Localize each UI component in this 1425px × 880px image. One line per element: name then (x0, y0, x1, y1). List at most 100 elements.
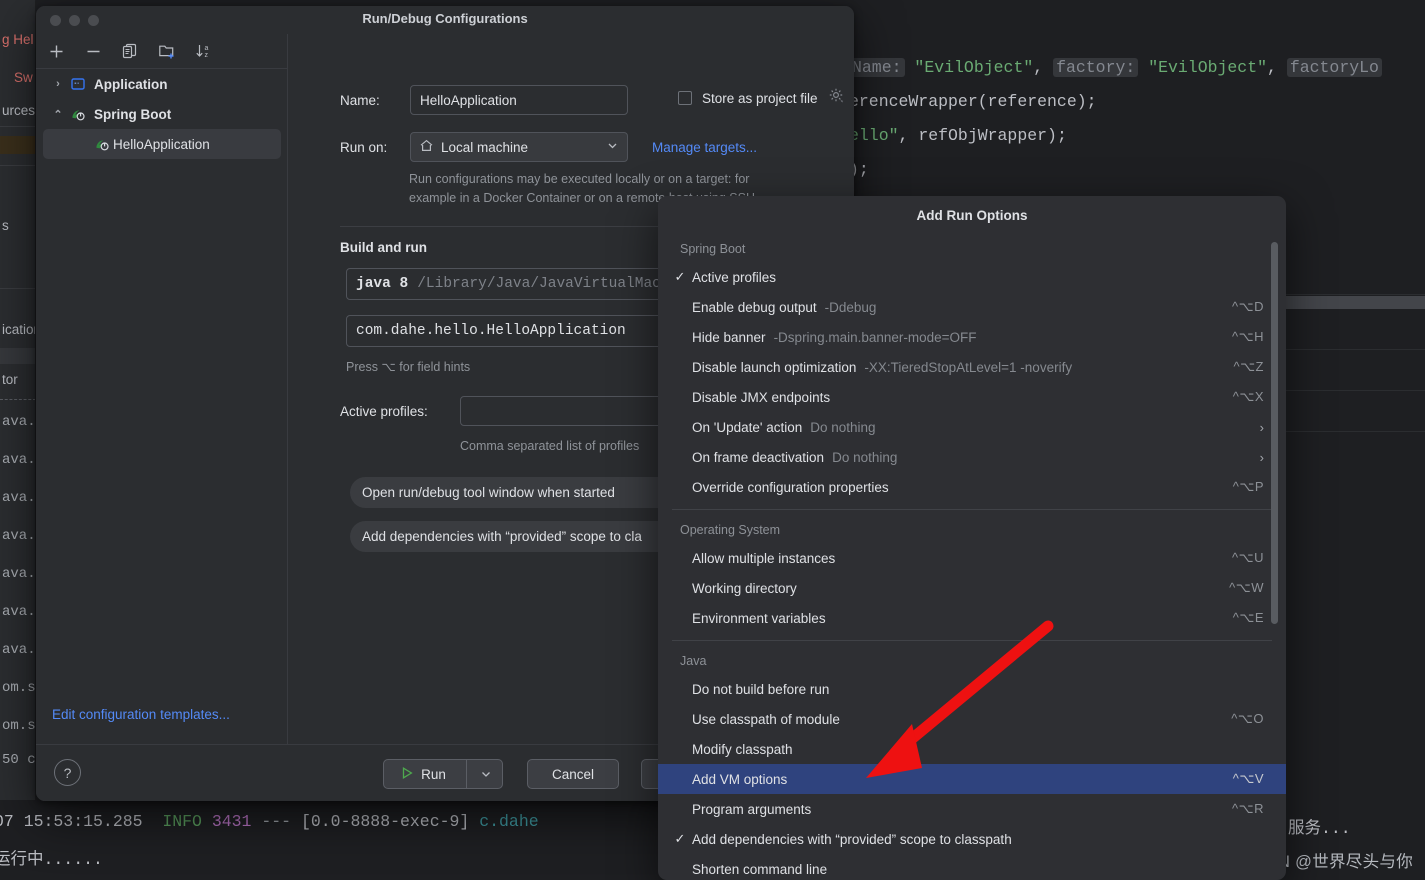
menu-item-sublabel: -XX:TieredStopAtLevel=1 -noverify (864, 359, 1073, 375)
popup-scrollbar[interactable] (1271, 242, 1278, 624)
run-dropdown-chevron-icon[interactable] (474, 760, 499, 788)
name-input[interactable]: HelloApplication (410, 85, 628, 115)
menu-item[interactable]: ✓ Add dependencies with “provided” scope … (658, 824, 1286, 854)
menu-item-label: Shorten command line (692, 861, 828, 877)
console-line-right: 服务... (1288, 819, 1351, 838)
strip-text: om.s (2, 718, 36, 734)
store-as-project-file-checkbox[interactable] (678, 91, 692, 105)
menu-item-shortcut: ^⌥E (1232, 610, 1264, 625)
active-profiles-hint: Comma separated list of profiles (460, 439, 640, 453)
menu-item[interactable]: Override configuration properties ^⌥P (658, 472, 1286, 502)
copy-icon[interactable] (120, 41, 140, 61)
run-on-hint-line1: Run configurations may be executed local… (409, 172, 750, 186)
menu-item[interactable]: Add VM options ^⌥V (658, 764, 1286, 794)
popup-group-label: Java (680, 654, 707, 668)
chip-label: Add dependencies with “provided” scope t… (362, 529, 642, 544)
menu-item-shortcut: ^⌥P (1232, 479, 1264, 494)
chip-add-dependencies-provided-scope[interactable]: Add dependencies with “provided” scope t… (350, 521, 695, 552)
active-profiles-label: Active profiles: (340, 403, 428, 419)
strip-text: ava. (2, 414, 36, 430)
ide-left-strip: g Hel Sw urces s ication tor ava. ava. a… (0, 0, 36, 880)
svg-text:a: a (205, 45, 209, 52)
run-on-label: Run on: (340, 139, 388, 155)
menu-item[interactable]: On 'Update' action Do nothing › (658, 412, 1286, 442)
strip-text: ava. (2, 566, 36, 582)
tree-item-label: Application (94, 76, 168, 92)
store-as-project-file-label: Store as project file (702, 90, 818, 106)
spring-boot-icon (92, 137, 112, 152)
remove-icon[interactable] (83, 41, 103, 61)
chevron-down-icon[interactable] (606, 139, 619, 155)
menu-item-shortcut: ^⌥O (1231, 711, 1264, 726)
chevron-right-icon[interactable]: › (1260, 450, 1264, 465)
manage-targets-link[interactable]: Manage targets... (652, 140, 757, 155)
home-icon (419, 138, 434, 156)
menu-item-sublabel: Do nothing (810, 419, 876, 435)
new-folder-icon[interactable] (157, 41, 177, 61)
chevron-down-icon[interactable]: ⌃ (48, 108, 68, 121)
menu-item[interactable]: Disable launch optimization -XX:TieredSto… (658, 352, 1286, 382)
menu-item-shortcut: ^⌥W (1229, 580, 1264, 595)
dialog-titlebar: Run/Debug Configurations (36, 6, 854, 34)
edit-configuration-templates-link[interactable]: Edit configuration templates... (52, 707, 230, 722)
check-icon: ✓ (674, 269, 686, 284)
menu-item[interactable]: Shorten command line (658, 854, 1286, 880)
strip-text: ava. (2, 490, 36, 506)
chip-open-run-debug-tool-window[interactable]: Open run/debug tool window when started … (350, 477, 680, 508)
menu-item[interactable]: Use classpath of module ^⌥O (658, 704, 1286, 734)
menu-item[interactable]: Disable JMX endpoints ^⌥X (658, 382, 1286, 412)
menu-item-label: Add VM options (692, 771, 788, 787)
menu-item[interactable]: Enable debug output -Ddebug ^⌥D (658, 292, 1286, 322)
configurations-tree[interactable]: › Application ⌃ Spring Boot HelloApplica… (36, 69, 288, 159)
help-button[interactable]: ? (54, 759, 81, 786)
spring-boot-icon (68, 107, 88, 122)
tree-toolbar: a z (36, 34, 288, 69)
sort-alphabetically-icon[interactable]: a z (194, 41, 214, 61)
menu-item[interactable]: ✓ Active profiles (658, 262, 1286, 292)
menu-item-label: Hide banner (692, 329, 766, 345)
run-button[interactable]: Run (383, 759, 503, 789)
chevron-right-icon[interactable]: › (48, 78, 68, 90)
menu-item-label: Working directory (692, 580, 797, 596)
menu-item-shortcut: ^⌥Z (1233, 359, 1264, 374)
menu-item[interactable]: Working directory ^⌥W (658, 573, 1286, 603)
tree-item-helloapplication[interactable]: HelloApplication (43, 129, 281, 159)
chevron-right-icon[interactable]: › (1260, 420, 1264, 435)
cancel-button[interactable]: Cancel (527, 759, 619, 789)
build-and-run-title: Build and run (340, 240, 427, 255)
menu-item-sublabel: -Dspring.main.banner-mode=OFF (773, 329, 977, 345)
menu-item-shortcut: ^⌥H (1232, 329, 1264, 344)
menu-item-sublabel: Do nothing (832, 449, 898, 465)
menu-item[interactable]: Hide banner -Dspring.main.banner-mode=OFF… (658, 322, 1286, 352)
strip-text: ava. (2, 528, 36, 544)
menu-item[interactable]: Environment variables ^⌥E (658, 603, 1286, 633)
run-on-combobox[interactable]: Local machine (410, 132, 628, 162)
tree-item-application[interactable]: › Application (36, 69, 288, 99)
run-on-value: Local machine (441, 139, 529, 155)
store-as-project-file-row[interactable]: Store as project file (678, 87, 845, 109)
application-icon (68, 77, 88, 91)
add-icon[interactable] (46, 41, 66, 61)
strip-text: ava. (2, 452, 36, 468)
tree-item-label: HelloApplication (113, 136, 210, 152)
menu-item-label: Disable launch optimization (692, 359, 857, 375)
menu-item-label: Do not build before run (692, 681, 830, 697)
jdk-version: java 8 (356, 276, 409, 292)
menu-item-label: Program arguments (692, 801, 812, 817)
gear-icon[interactable] (828, 87, 845, 109)
strip-text: g Hel (2, 32, 34, 47)
menu-item[interactable]: On frame deactivation Do nothing › (658, 442, 1286, 472)
menu-item[interactable]: Modify classpath (658, 734, 1286, 764)
strip-text: tor (2, 372, 18, 387)
menu-item-label: Allow multiple instances (692, 550, 836, 566)
strip-text: s (2, 218, 9, 233)
menu-item-label: Use classpath of module (692, 711, 840, 727)
menu-item-label: Active profiles (692, 269, 777, 285)
menu-item[interactable]: Allow multiple instances ^⌥U (658, 543, 1286, 573)
menu-item[interactable]: Do not build before run (658, 674, 1286, 704)
strip-text: 50 c (2, 752, 36, 768)
popup-menu-list[interactable]: Spring Boot ✓ Active profiles Enable debug … (658, 236, 1286, 880)
tree-item-spring-boot[interactable]: ⌃ Spring Boot (36, 99, 288, 129)
run-play-icon (400, 766, 414, 783)
menu-item[interactable]: Program arguments ^⌥R (658, 794, 1286, 824)
